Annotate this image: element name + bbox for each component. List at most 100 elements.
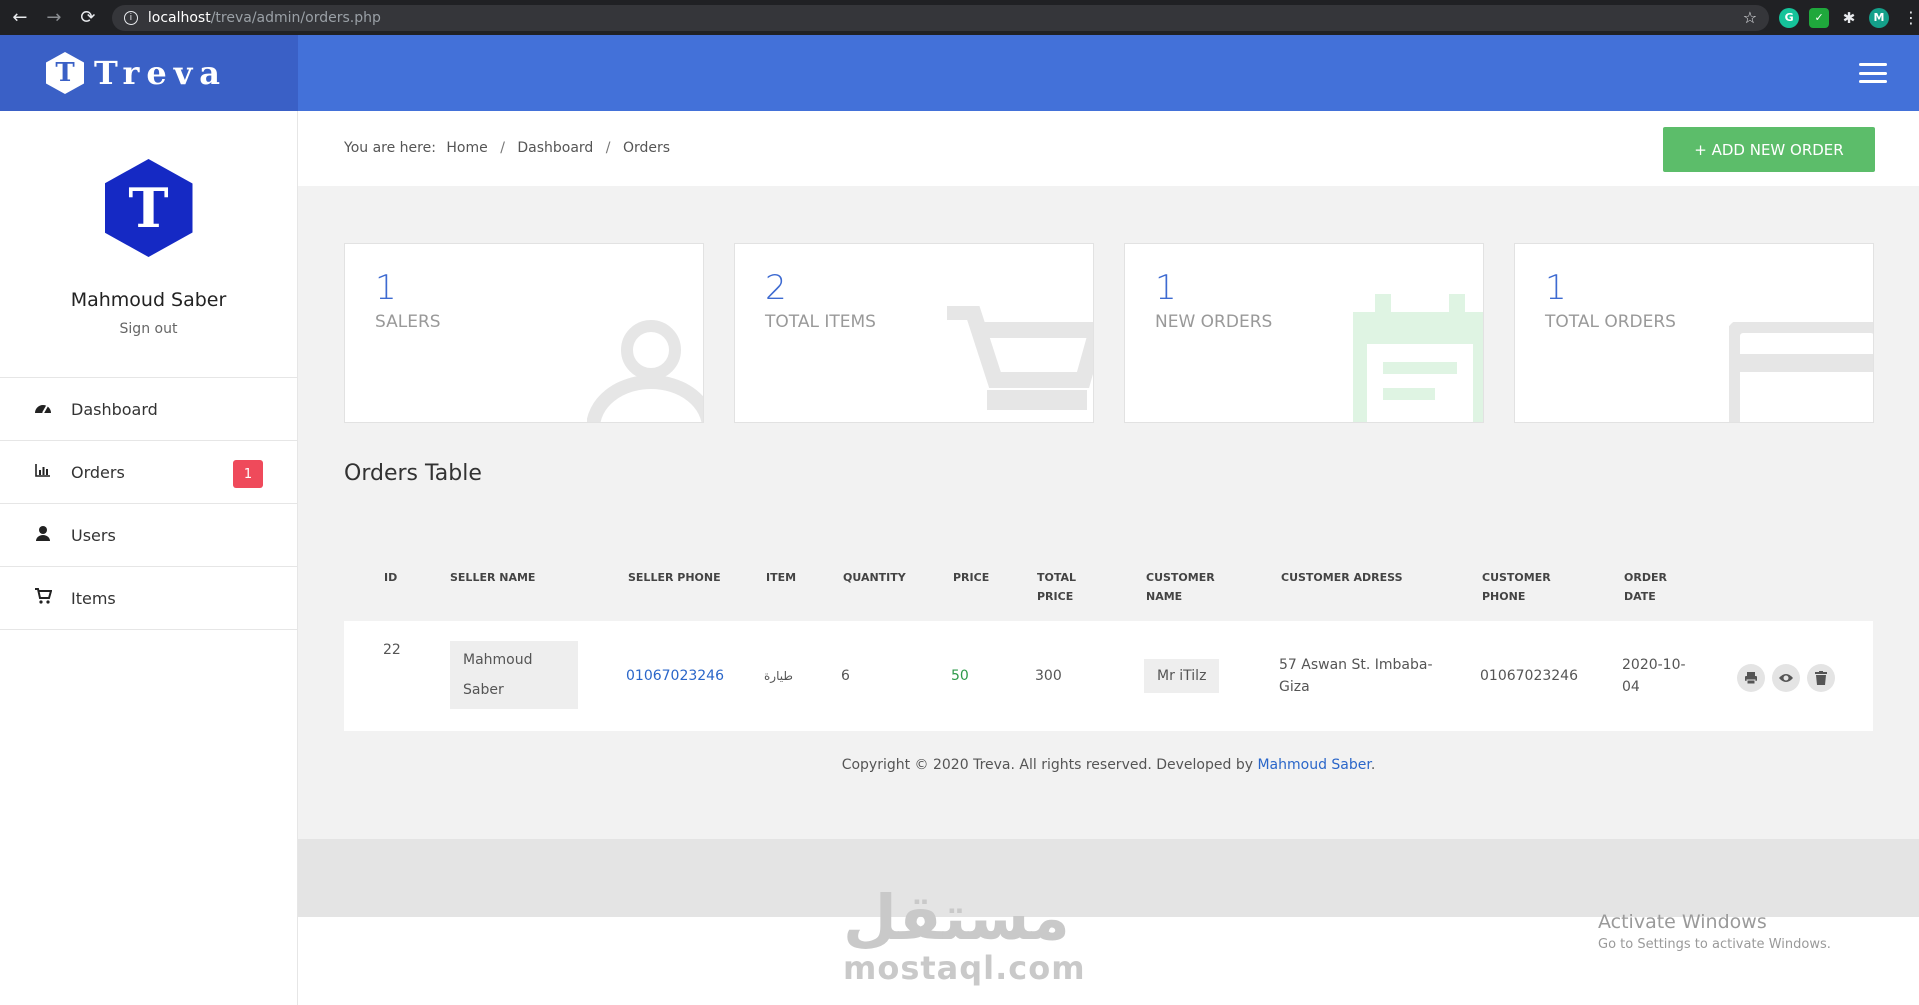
- grammarly-extension-icon[interactable]: G: [1779, 7, 1800, 28]
- cart-icon: [33, 588, 53, 608]
- browser-toolbar: ← → ⟳ i localhost/treva/admin/orders.php…: [0, 0, 1919, 35]
- header-line: PRICE: [1037, 590, 1074, 603]
- print-icon[interactable]: [1737, 664, 1765, 692]
- column-header-id: ID: [384, 571, 398, 584]
- credit-card-icon: [1729, 322, 1873, 422]
- profile-name: Mahmoud Saber: [70, 289, 227, 311]
- cell-quantity: 6: [841, 668, 850, 684]
- lower-band: [298, 839, 1919, 917]
- url-path: /treva/admin/orders.php: [210, 9, 381, 26]
- watermark-logo-latin: mostaql.com: [843, 949, 1086, 987]
- stat-label: TOTAL ORDERS: [1545, 312, 1676, 332]
- puzzle-extensions-icon[interactable]: ✱: [1839, 8, 1859, 28]
- breadcrumb-home[interactable]: Home: [446, 140, 487, 156]
- brand-name: Treva: [94, 54, 228, 92]
- trash-icon[interactable]: [1807, 664, 1835, 692]
- column-header-price: PRICE: [953, 571, 990, 584]
- address-bar[interactable]: i localhost/treva/admin/orders.php ☆: [111, 4, 1770, 31]
- sidebar-profile: T Mahmoud Saber Sign out: [0, 111, 297, 378]
- sidebar-item-label: Items: [71, 588, 116, 608]
- activate-windows-subtitle: Go to Settings to activate Windows.: [1598, 937, 1831, 952]
- sidebar: T Mahmoud Saber Sign out Dashboard Order…: [0, 111, 298, 1005]
- sidebar-item-dashboard[interactable]: Dashboard: [0, 378, 297, 441]
- cell-customer-name: Mr iTilz: [1144, 659, 1220, 693]
- cell-line: Saber: [463, 682, 504, 698]
- user-icon: [587, 320, 703, 422]
- footer-text: Copyright © 2020 Treva. All rights reser…: [841, 757, 1258, 773]
- stat-label: TOTAL ITEMS: [765, 312, 876, 332]
- orders-table-title: Orders Table: [344, 461, 482, 486]
- breadcrumb-orders: Orders: [622, 140, 671, 156]
- bar-chart-icon: [33, 463, 53, 481]
- header-line: PHONE: [1482, 590, 1526, 603]
- breadcrumb-prefix: You are here:: [344, 140, 436, 156]
- footer: Copyright © 2020 Treva. All rights reser…: [298, 757, 1919, 773]
- header-line: CUSTOMER: [1482, 571, 1551, 584]
- header-line: CUSTOMER: [1146, 571, 1215, 584]
- cell-line: Giza: [1279, 679, 1310, 695]
- sidebar-item-users[interactable]: Users: [0, 504, 297, 567]
- stat-value: 1: [1155, 268, 1177, 308]
- header-line: ORDER: [1624, 571, 1667, 584]
- forward-arrow-icon[interactable]: →: [40, 4, 68, 32]
- info-icon[interactable]: i: [123, 10, 138, 25]
- brand-header[interactable]: T Treva: [0, 35, 298, 111]
- cell-line: 2020-10-: [1622, 657, 1686, 673]
- shield-extension-icon[interactable]: ✓: [1809, 7, 1830, 28]
- column-header-total-price: TOTAL PRICE: [1037, 568, 1076, 606]
- user-icon: [33, 525, 53, 545]
- breadcrumb-separator: /: [500, 140, 505, 156]
- stat-value: 1: [375, 268, 397, 308]
- top-navbar: [298, 35, 1919, 111]
- footer-end: .: [1370, 757, 1376, 773]
- header-line: NAME: [1146, 590, 1183, 603]
- browser-menu-icon[interactable]: ⋮: [1903, 8, 1919, 27]
- eye-icon[interactable]: [1772, 664, 1800, 692]
- stat-card-total-items: 2 TOTAL ITEMS: [734, 243, 1094, 423]
- cell-seller-name: Mahmoud Saber: [450, 641, 578, 709]
- breadcrumb: You are here: Home / Dashboard / Orders: [344, 140, 670, 156]
- column-header-seller-name: SELLER NAME: [450, 571, 536, 584]
- sidebar-item-orders[interactable]: Orders 1: [0, 441, 297, 504]
- column-header-item: ITEM: [766, 571, 797, 584]
- column-header-customer-phone: CUSTOMER PHONE: [1482, 568, 1551, 606]
- breadcrumb-dashboard[interactable]: Dashboard: [517, 140, 593, 156]
- cell-line: 04: [1622, 679, 1640, 695]
- stat-label: NEW ORDERS: [1155, 312, 1273, 332]
- stat-label: SALERS: [375, 312, 441, 332]
- reload-icon[interactable]: ⟳: [74, 4, 102, 32]
- column-header-seller-phone: SELLER PHONE: [628, 571, 721, 584]
- sidebar-item-items[interactable]: Items: [0, 567, 297, 630]
- cell-order-date: 2020-10- 04: [1622, 654, 1686, 698]
- footer-author-link[interactable]: Mahmoud Saber: [1257, 757, 1370, 773]
- treva-logo-icon: T: [46, 52, 84, 94]
- dashboard-icon: [33, 400, 53, 418]
- sidebar-item-label: Orders: [71, 462, 125, 482]
- cell-total-price: 300: [1035, 668, 1062, 684]
- cell-customer-address: 57 Aswan St. Imbaba- Giza: [1279, 654, 1433, 698]
- column-header-customer-address: CUSTOMER ADRESS: [1281, 571, 1403, 584]
- url-host: localhost: [147, 9, 211, 26]
- cart-icon: [947, 306, 1093, 410]
- back-arrow-icon[interactable]: ←: [6, 4, 34, 32]
- stat-card-salers: 1 SALERS: [344, 243, 704, 423]
- profile-avatar-icon[interactable]: M: [1869, 7, 1889, 28]
- cell-seller-phone[interactable]: 01067023246: [626, 665, 724, 687]
- stat-value: 2: [765, 268, 787, 308]
- cell-id: 22: [383, 642, 401, 658]
- sidebar-item-label: Dashboard: [71, 399, 158, 419]
- add-new-order-button[interactable]: + ADD NEW ORDER: [1663, 127, 1875, 172]
- stat-card-total-orders: 1 TOTAL ORDERS: [1514, 243, 1874, 423]
- sign-out-link[interactable]: Sign out: [120, 321, 178, 337]
- sidebar-item-label: Users: [71, 525, 116, 545]
- cell-price: 50: [951, 668, 969, 684]
- cell-customer-phone: 01067023246: [1480, 668, 1578, 684]
- column-header-order-date: ORDER DATE: [1624, 568, 1667, 606]
- hamburger-menu-icon[interactable]: [1859, 63, 1887, 83]
- cell-item: طيارة: [764, 669, 793, 683]
- column-header-customer-name: CUSTOMER NAME: [1146, 568, 1215, 606]
- bookmark-star-icon[interactable]: ☆: [1743, 8, 1757, 27]
- column-header-quantity: QUANTITY: [843, 571, 906, 584]
- cell-line: 57 Aswan St. Imbaba-: [1279, 657, 1433, 673]
- breadcrumb-bar: You are here: Home / Dashboard / Orders …: [298, 111, 1919, 186]
